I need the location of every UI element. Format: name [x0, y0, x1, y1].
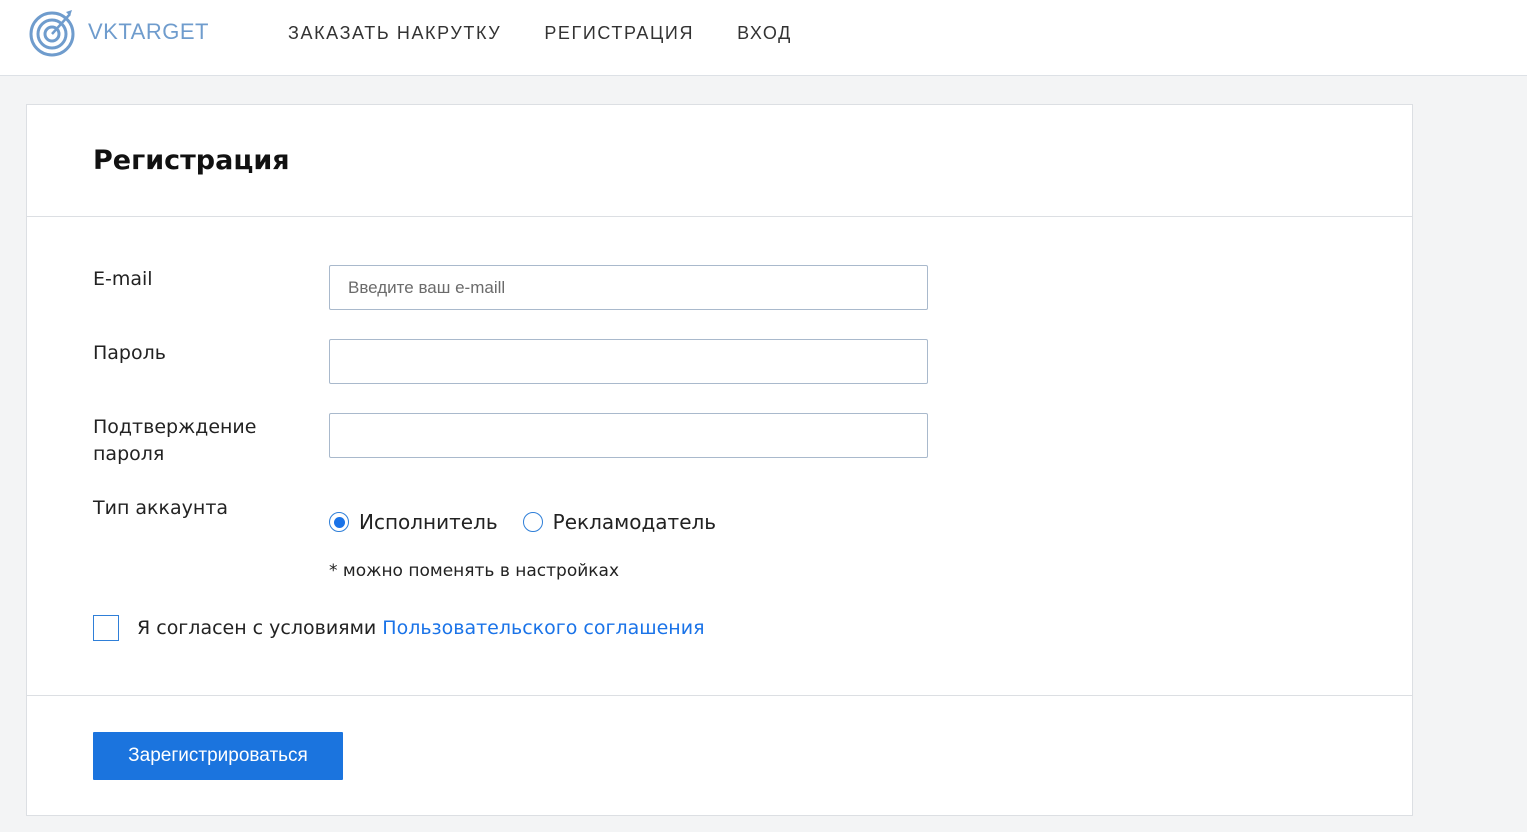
account-type-label: Тип аккаунта: [93, 497, 229, 519]
radio-selected-dot: [333, 516, 345, 528]
top-navigation-bar: VKTARGET ЗАКАЗАТЬ НАКРУТКУ РЕГИСТРАЦИЯ В…: [0, 0, 1527, 76]
card-footer-divider: [27, 695, 1412, 696]
register-button[interactable]: Зарегистрироваться: [93, 732, 343, 780]
radio-performer-label[interactable]: Исполнитель: [359, 510, 498, 534]
radio-performer-circle[interactable]: [329, 512, 349, 532]
page-title: Регистрация: [93, 145, 290, 176]
password-label: Пароль: [93, 342, 166, 364]
email-field[interactable]: [329, 265, 928, 310]
brand-logo[interactable]: VKTARGET: [28, 6, 209, 58]
nav-login[interactable]: ВХОД: [737, 22, 792, 44]
main-nav: ЗАКАЗАТЬ НАКРУТКУ РЕГИСТРАЦИЯ ВХОД: [288, 22, 835, 44]
nav-order-boost[interactable]: ЗАКАЗАТЬ НАКРУТКУ: [288, 22, 501, 44]
password-field[interactable]: [329, 339, 928, 384]
target-icon: [29, 10, 75, 57]
radio-advertiser[interactable]: Рекламодатель: [522, 510, 716, 534]
terms-link[interactable]: Пользовательского соглашения: [382, 617, 704, 639]
email-label: E-mail: [93, 268, 153, 290]
confirm-password-field[interactable]: [329, 413, 928, 458]
card-header: Регистрация: [27, 105, 1412, 217]
terms-agreement: Я согласен с условиями Пользовательского…: [93, 615, 705, 641]
terms-checkbox[interactable]: [93, 615, 119, 641]
account-type-note: * можно поменять в настройках: [329, 561, 620, 581]
confirm-password-label: Подтверждение пароля: [93, 416, 257, 465]
radio-advertiser-label[interactable]: Рекламодатель: [553, 510, 716, 534]
terms-text: Я согласен с условиями: [137, 617, 377, 639]
radio-advertiser-circle[interactable]: [522, 512, 543, 532]
account-type-radio-group: Исполнитель Рекламодатель: [329, 510, 741, 534]
brand-name: VKTARGET: [88, 19, 209, 44]
registration-card: Регистрация E-mail Пароль Подтверждение …: [26, 104, 1413, 816]
radio-performer[interactable]: Исполнитель: [329, 510, 498, 534]
nav-registration[interactable]: РЕГИСТРАЦИЯ: [544, 22, 694, 44]
